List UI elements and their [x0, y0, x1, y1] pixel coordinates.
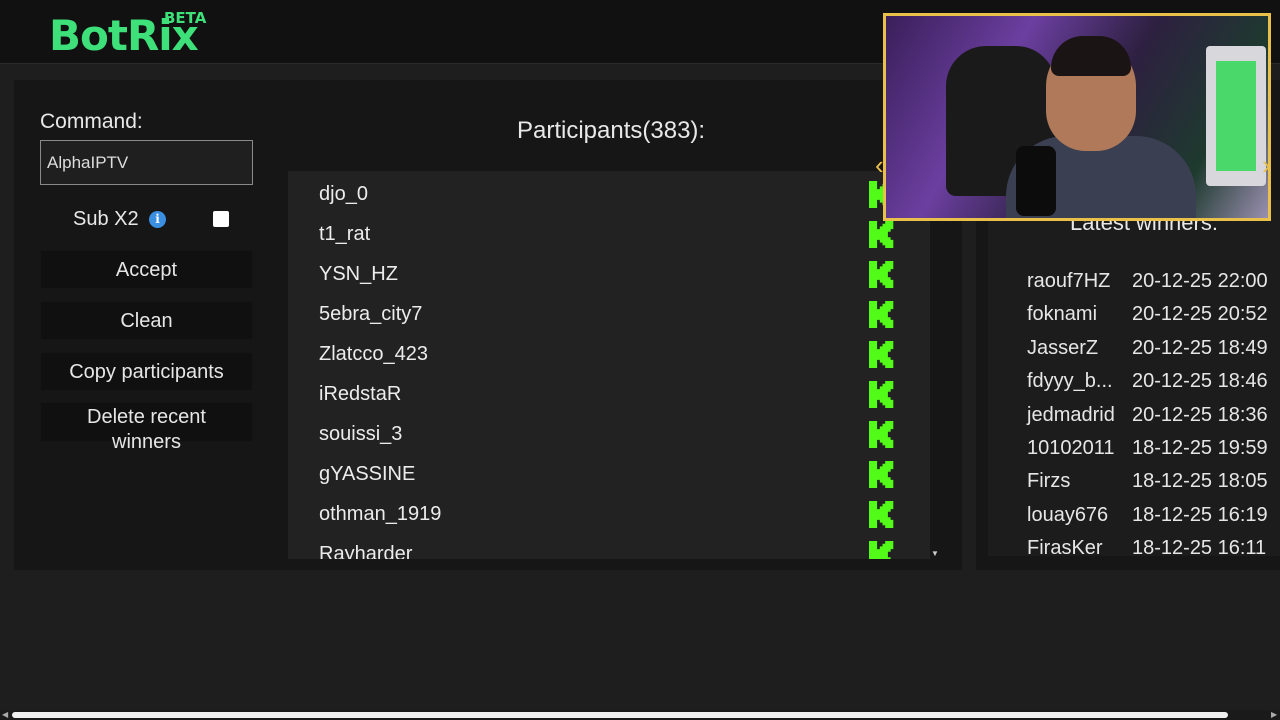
winner-date: 18-12-25 16:11 — [1132, 537, 1267, 560]
webcam-pc-lights — [1216, 61, 1256, 171]
participant-row[interactable]: souissi_3 — [288, 413, 898, 453]
command-input[interactable] — [40, 140, 253, 185]
winner-row: raouf7HZ 20-12-25 22:00 — [1027, 270, 1280, 300]
copy-participants-button[interactable]: Copy participants — [40, 352, 253, 391]
participant-name: Zlatcco_423 — [319, 343, 428, 365]
participant-row[interactable]: othman_1919 — [288, 493, 898, 533]
winner-row: JasserZ 20-12-25 18:49 — [1027, 337, 1280, 367]
clean-button[interactable]: Clean — [40, 301, 253, 340]
webcam-microphone — [1016, 146, 1056, 216]
winner-name: louay676 — [1027, 503, 1109, 526]
winner-date: 20-12-25 18:36 — [1132, 403, 1268, 426]
winner-row: Firzs 18-12-25 18:05 — [1027, 470, 1280, 500]
winner-date: 20-12-25 18:49 — [1132, 336, 1268, 359]
participant-name: gYASSINE — [319, 463, 416, 485]
winner-row: foknami 20-12-25 20:52 — [1027, 303, 1280, 333]
winner-row: louay676 18-12-25 16:19 — [1027, 504, 1280, 534]
participant-row[interactable]: iRedstaR — [288, 373, 898, 413]
kick-logo-icon — [869, 541, 894, 559]
winner-date: 20-12-25 18:46 — [1132, 370, 1268, 393]
winner-name: raouf7HZ — [1027, 270, 1111, 292]
participant-name: djo_0 — [319, 183, 368, 205]
winner-name: fdyyy_b... — [1027, 370, 1113, 393]
winner-date: 18-12-25 16:19 — [1132, 503, 1268, 526]
winner-name: 10102011 — [1027, 437, 1115, 459]
winner-row: fdyyy_b... 20-12-25 18:46 — [1027, 370, 1280, 400]
participants-list[interactable]: djo_0 t1_rat YSN_HZ 5ebra_city7 Zlatcco_423i… — [288, 171, 930, 559]
webcam-overlay — [883, 13, 1271, 221]
participant-name: iRedstaR — [319, 383, 402, 405]
webcam-hair — [1051, 36, 1131, 76]
info-icon[interactable]: i — [149, 211, 166, 228]
winner-date: 20-12-25 20:52 — [1132, 303, 1268, 326]
participant-name: othman_1919 — [319, 503, 442, 525]
scroll-right-icon[interactable]: ▶ — [1271, 710, 1277, 719]
participant-row[interactable]: gYASSINE — [288, 453, 898, 493]
scroll-down-arrow-icon[interactable]: ▼ — [931, 549, 939, 558]
kick-logo-icon — [869, 301, 894, 328]
participant-row[interactable]: djo_0 — [288, 173, 898, 213]
participant-row[interactable]: 5ebra_city7 — [288, 293, 898, 333]
scrollbar-thumb[interactable] — [12, 712, 1228, 718]
participant-row[interactable]: t1_rat — [288, 213, 898, 253]
winner-date: 18-12-25 18:05 — [1132, 470, 1268, 493]
participant-name: t1_rat — [319, 223, 371, 245]
sub-x2-label: Sub X2 — [73, 208, 139, 230]
overlay-arrow-right-icon: › — [1262, 150, 1271, 180]
winner-name: foknami — [1027, 303, 1098, 326]
participant-row[interactable]: Zlatcco_423 — [288, 333, 898, 373]
participant-row[interactable]: YSN_HZ — [288, 253, 898, 293]
winner-name: jedmadrid — [1027, 403, 1115, 426]
participant-name: YSN_HZ — [319, 263, 398, 285]
winner-row: FirasKer 18-12-25 16:11 — [1027, 537, 1280, 567]
participant-name: souissi_3 — [319, 423, 403, 445]
command-label: Command: — [40, 110, 143, 133]
winner-name: FirasKer — [1027, 537, 1103, 560]
sub-x2-row: Sub X2 i — [40, 204, 253, 234]
sub-x2-checkbox[interactable] — [213, 211, 229, 227]
overlay-arrow-left-icon: ‹ — [875, 150, 884, 180]
participants-title: Participants(383): — [517, 117, 706, 144]
winner-date: 18-12-25 19:59 — [1132, 437, 1268, 459]
kick-logo-icon — [869, 221, 894, 248]
accept-button[interactable]: Accept — [40, 250, 253, 289]
beta-badge: BETA — [164, 9, 207, 27]
winner-name: Firzs — [1027, 470, 1071, 493]
winner-name: JasserZ — [1027, 336, 1099, 359]
participant-name: Rayharder — [319, 543, 413, 559]
kick-logo-icon — [869, 501, 894, 528]
delete-button-line2: winners — [112, 431, 181, 453]
kick-logo-icon — [869, 461, 894, 488]
scroll-left-icon[interactable]: ◀ — [2, 710, 8, 719]
kick-logo-icon — [869, 341, 894, 368]
kick-logo-icon — [869, 261, 894, 288]
participant-name: 5ebra_city7 — [319, 303, 423, 325]
participant-row[interactable]: Rayharder — [288, 533, 898, 559]
winner-row: jedmadrid 20-12-25 18:36 — [1027, 404, 1280, 434]
horizontal-scrollbar[interactable]: ◀ ▶ — [0, 710, 1280, 720]
winner-date: 20-12-25 22:00 — [1132, 270, 1268, 292]
kick-logo-icon — [869, 421, 894, 448]
winner-row: 10102011 18-12-25 19:59 — [1027, 437, 1280, 467]
delete-button-line1: Delete recent — [87, 406, 206, 428]
delete-recent-winners-button[interactable]: Delete recent winners — [40, 402, 253, 453]
kick-logo-icon — [869, 381, 894, 408]
